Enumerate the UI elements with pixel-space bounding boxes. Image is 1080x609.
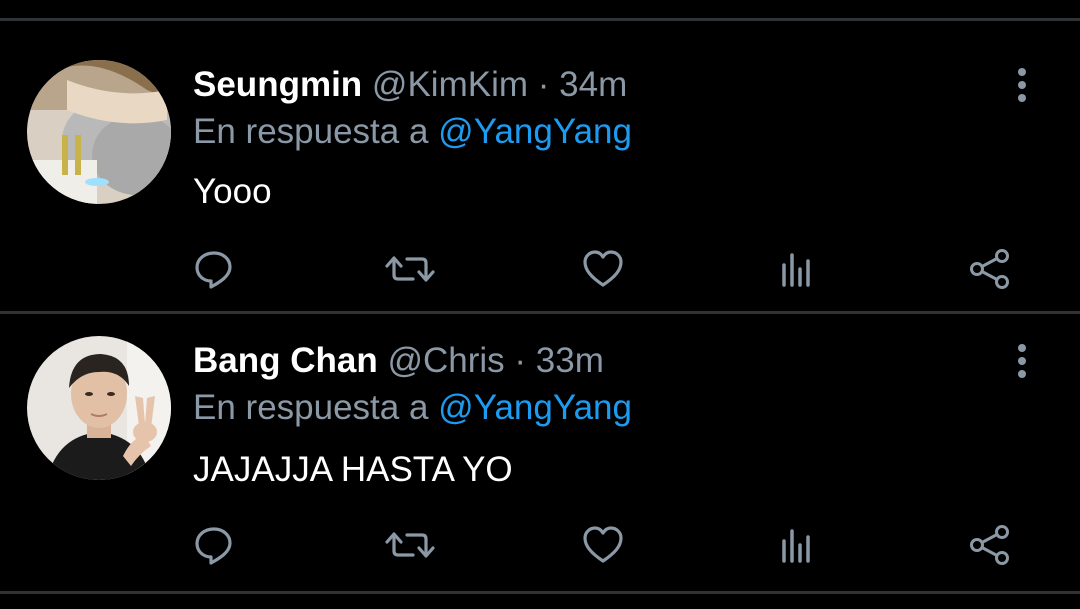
tweet-header: Seungmin @KimKim · 34m <box>193 65 627 105</box>
reply-context: En respuesta a @YangYang <box>193 388 632 428</box>
retweet-icon <box>385 256 435 282</box>
display-name[interactable]: Seungmin <box>193 65 362 104</box>
reply-icon <box>195 527 232 565</box>
analytics-button[interactable] <box>771 520 821 570</box>
tweet-divider <box>0 311 1080 314</box>
bottom-divider <box>0 591 1080 594</box>
tweet-text: Yooo <box>193 172 272 211</box>
reply-prefix: En respuesta a <box>193 112 429 151</box>
avatar[interactable] <box>27 60 171 204</box>
more-options-button[interactable] <box>1004 65 1040 105</box>
reply-thread: Seungmin @KimKim · 34m En respuesta a @Y… <box>0 0 1080 609</box>
more-vertical-icon <box>1018 344 1026 378</box>
like-button[interactable] <box>578 244 628 294</box>
reply-mention[interactable]: @YangYang <box>438 112 632 151</box>
retweet-button[interactable] <box>385 520 435 570</box>
tweet-seungmin[interactable]: Seungmin @KimKim · 34m En respuesta a @Y… <box>0 40 1080 312</box>
share-button[interactable] <box>965 244 1015 294</box>
user-handle[interactable]: @Chris <box>387 341 504 380</box>
retweet-button[interactable] <box>385 244 435 294</box>
share-icon <box>970 525 1009 565</box>
timestamp[interactable]: 34m <box>559 65 627 104</box>
avatar[interactable] <box>27 336 171 480</box>
reply-button[interactable] <box>189 520 239 570</box>
share-icon <box>970 249 1009 289</box>
more-options-button[interactable] <box>1004 341 1040 381</box>
top-divider <box>0 18 1080 21</box>
tweet-bang-chan[interactable]: Bang Chan @Chris · 33m En respuesta a @Y… <box>0 316 1080 588</box>
timestamp[interactable]: 33m <box>536 341 604 380</box>
reply-context: En respuesta a @YangYang <box>193 112 632 152</box>
tweet-text: JAJAJJA HASTA YO <box>193 450 513 489</box>
separator: · <box>537 65 550 104</box>
tweet-header: Bang Chan @Chris · 33m <box>193 341 604 381</box>
like-icon <box>583 250 623 287</box>
tweet-actions <box>0 244 1080 294</box>
retweet-icon <box>385 532 435 558</box>
tweet-actions <box>0 520 1080 570</box>
analytics-icon <box>782 253 810 287</box>
analytics-button[interactable] <box>771 244 821 294</box>
analytics-icon <box>782 529 810 563</box>
user-handle[interactable]: @KimKim <box>372 65 528 104</box>
reply-prefix: En respuesta a <box>193 388 429 427</box>
like-icon <box>583 526 623 563</box>
reply-button[interactable] <box>189 244 239 294</box>
reply-mention[interactable]: @YangYang <box>438 388 632 427</box>
like-button[interactable] <box>578 520 628 570</box>
display-name[interactable]: Bang Chan <box>193 341 378 380</box>
separator: · <box>514 341 527 380</box>
share-button[interactable] <box>965 520 1015 570</box>
more-vertical-icon <box>1018 68 1026 102</box>
reply-icon <box>195 251 232 289</box>
